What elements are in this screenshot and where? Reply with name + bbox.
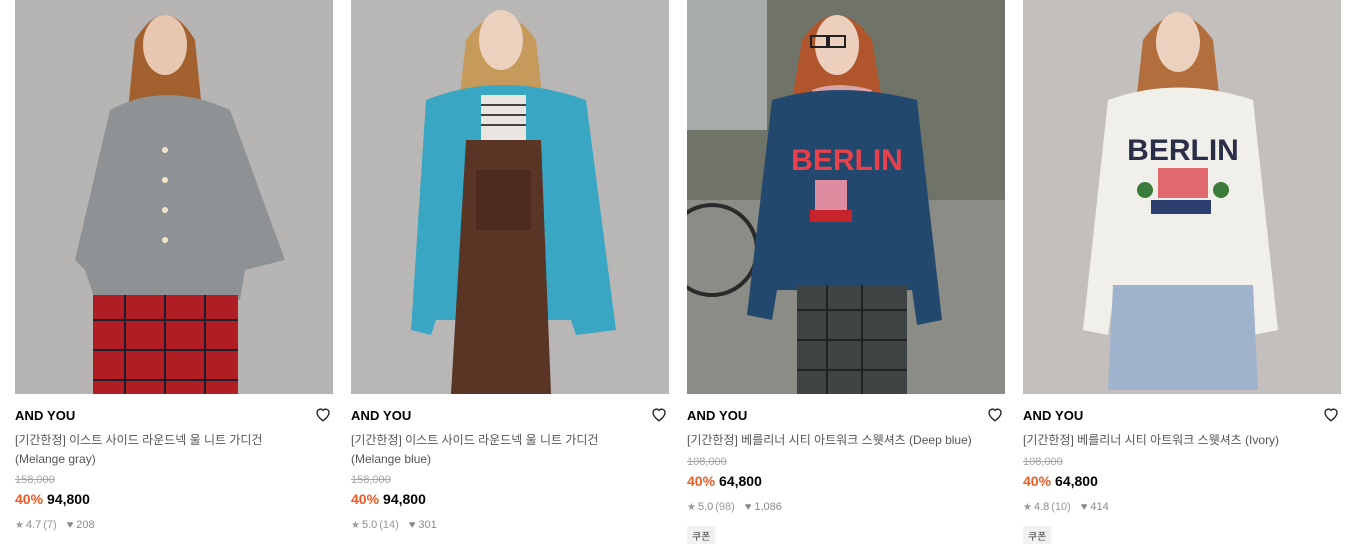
product-card[interactable]: BERLIN AND YOU [기간한정] 베를리너 시티 아트워크 스웻셔츠 … <box>1023 0 1341 544</box>
product-image[interactable]: BERLIN <box>687 0 1005 394</box>
price-value: 64,800 <box>1055 473 1098 489</box>
brand-name[interactable]: AND YOU <box>687 408 747 423</box>
discount-rate: 40% <box>1023 473 1052 489</box>
product-name-line1: [기간한정] 이스트 사이드 라운드넥 울 니트 가디건 <box>15 433 263 447</box>
heart-icon[interactable] <box>986 405 1004 423</box>
heart-icon[interactable] <box>314 405 332 423</box>
review-count: (7) <box>43 519 57 531</box>
brand-name[interactable]: AND YOU <box>1023 408 1083 423</box>
brand-name[interactable]: AND YOU <box>351 408 411 423</box>
product-name-line2: (Melange blue) <box>351 452 432 466</box>
product-grid: AND YOU [기간한정] 이스트 사이드 라운드넥 울 니트 가디건 (Me… <box>0 0 1350 544</box>
price-value: 94,800 <box>383 491 426 507</box>
svg-text:BERLIN: BERLIN <box>1127 134 1239 167</box>
rating-value: 4.8 <box>1033 501 1050 513</box>
sale-price: 40% 64,800 <box>687 473 762 489</box>
star-icon: ★ <box>687 501 696 513</box>
product-name-line1: [기간한정] 베를리너 시티 아트워크 스웻셔츠 (Deep blue) <box>687 433 972 447</box>
product-image[interactable] <box>15 0 333 394</box>
product-image[interactable]: BERLIN <box>1023 0 1341 394</box>
discount-rate: 40% <box>351 491 380 507</box>
product-name[interactable]: [기간한정] 이스트 사이드 라운드넥 울 니트 가디건 (Melange bl… <box>351 431 661 469</box>
product-name-line1: [기간한정] 베를리너 시티 아트워크 스웻셔츠 (Ivory) <box>1023 433 1280 447</box>
like-count: 414 <box>1090 501 1109 513</box>
product-meta: ★ 5.0 (14) ♥ 301 <box>351 519 437 531</box>
original-price: 108,000 <box>1023 456 1063 468</box>
product-name[interactable]: [기간한정] 이스트 사이드 라운드넥 울 니트 가디건 (Melange gr… <box>15 431 325 469</box>
like-count: 1,086 <box>754 501 782 513</box>
discount-rate: 40% <box>687 473 716 489</box>
like-count: 301 <box>418 519 437 531</box>
svg-text:BERLIN: BERLIN <box>791 144 903 177</box>
star-icon: ★ <box>351 519 360 531</box>
product-name-line2: (Melange gray) <box>15 452 96 466</box>
product-meta: ★ 4.8 (10) ♥ 414 <box>1023 501 1109 513</box>
product-card[interactable]: BERLIN AND YOU [기간한정] 베를리너 시티 아트워크 스웻셔츠 … <box>687 0 1005 544</box>
sale-price: 40% 94,800 <box>351 491 426 507</box>
rating-value: 4.7 <box>25 519 42 531</box>
heart-icon[interactable] <box>1322 405 1340 423</box>
rating-value: 5.0 <box>697 501 714 513</box>
heart-filled-icon: ♥ <box>744 501 752 513</box>
original-price: 158,000 <box>351 474 391 486</box>
original-price: 108,000 <box>687 456 727 468</box>
product-card[interactable]: AND YOU [기간한정] 이스트 사이드 라운드넥 울 니트 가디건 (Me… <box>351 0 669 544</box>
heart-filled-icon: ♥ <box>408 519 416 531</box>
review-count: (98) <box>715 501 735 513</box>
coupon-badge: 쿠폰 <box>1023 526 1052 544</box>
product-name[interactable]: [기간한정] 베를리너 시티 아트워크 스웻셔츠 (Deep blue) <box>687 431 997 450</box>
discount-rate: 40% <box>15 491 44 507</box>
review-count: (10) <box>1051 501 1071 513</box>
price-value: 64,800 <box>719 473 762 489</box>
brand-name[interactable]: AND YOU <box>15 408 75 423</box>
like-count: 208 <box>76 519 95 531</box>
product-name[interactable]: [기간한정] 베를리너 시티 아트워크 스웻셔츠 (Ivory) <box>1023 431 1333 450</box>
price-value: 94,800 <box>47 491 90 507</box>
product-meta: ★ 5.0 (98) ♥ 1,086 <box>687 501 782 513</box>
product-card[interactable]: AND YOU [기간한정] 이스트 사이드 라운드넥 울 니트 가디건 (Me… <box>15 0 333 544</box>
star-icon: ★ <box>1023 501 1032 513</box>
product-meta: ★ 4.7 (7) ♥ 208 <box>15 519 95 531</box>
sale-price: 40% 94,800 <box>15 491 90 507</box>
sale-price: 40% 64,800 <box>1023 473 1098 489</box>
heart-filled-icon: ♥ <box>1080 501 1088 513</box>
heart-icon[interactable] <box>650 405 668 423</box>
product-name-line1: [기간한정] 이스트 사이드 라운드넥 울 니트 가디건 <box>351 433 599 447</box>
original-price: 158,000 <box>15 474 55 486</box>
heart-filled-icon: ♥ <box>66 519 74 531</box>
coupon-badge: 쿠폰 <box>687 526 716 544</box>
product-image[interactable] <box>351 0 669 394</box>
review-count: (14) <box>379 519 399 531</box>
rating-value: 5.0 <box>361 519 378 531</box>
star-icon: ★ <box>15 519 24 531</box>
